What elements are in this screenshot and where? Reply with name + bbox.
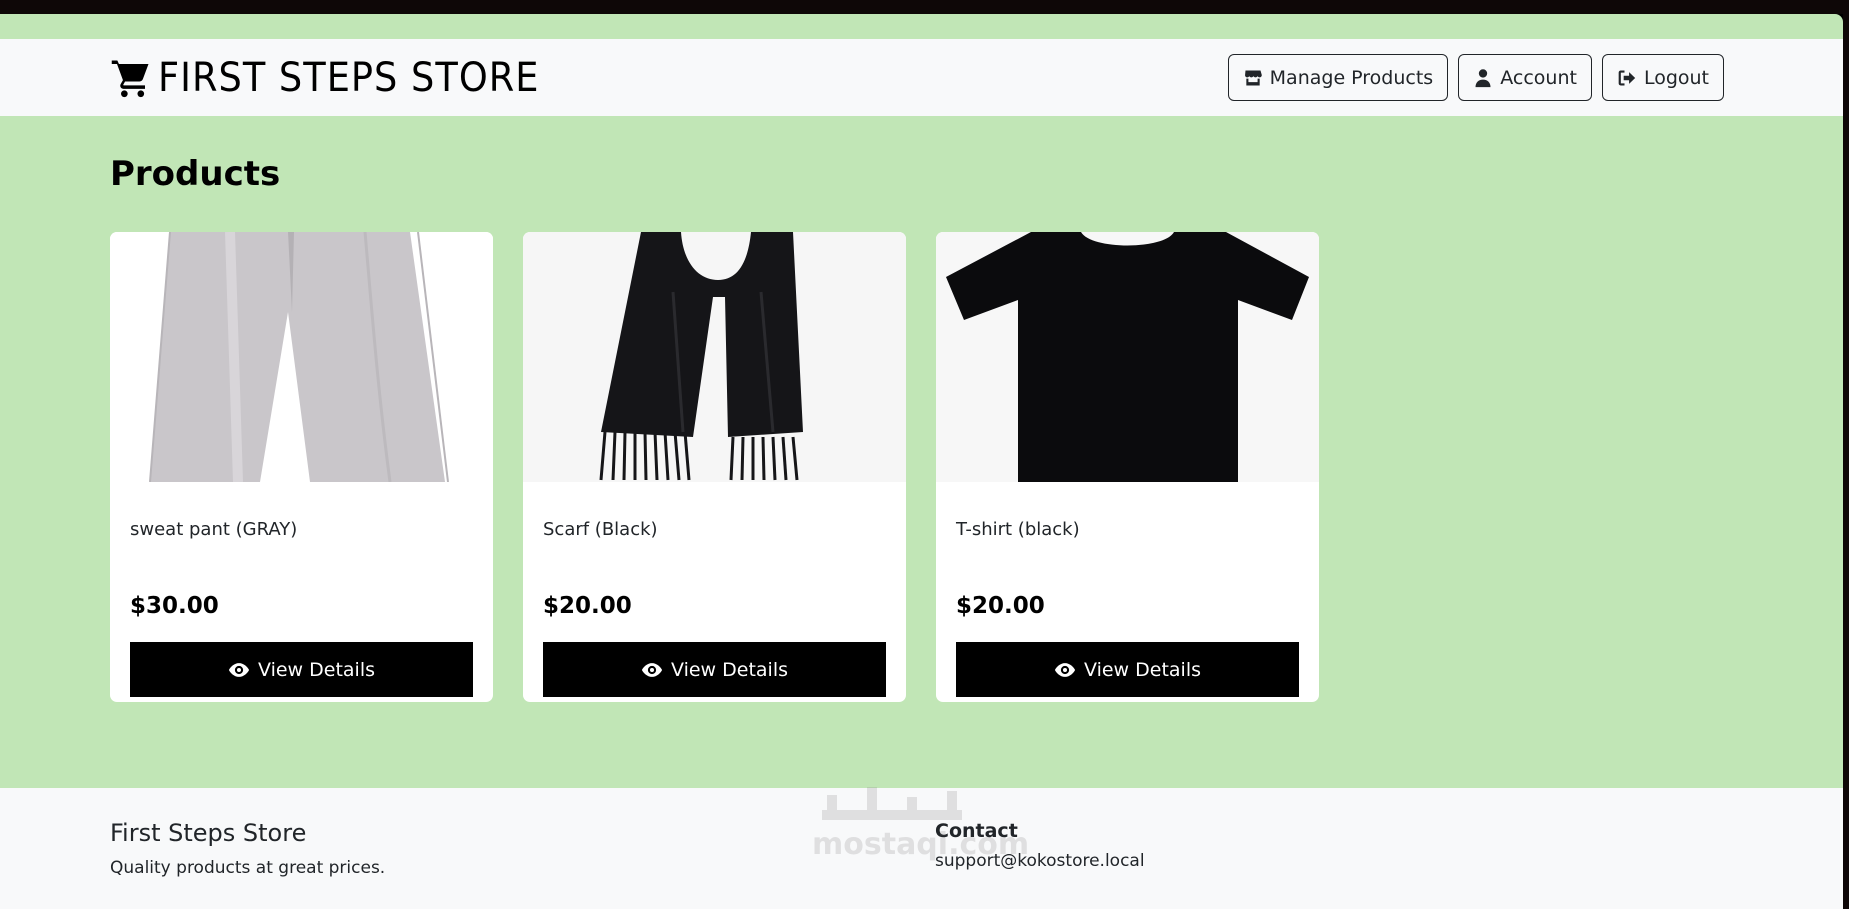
eye-icon <box>228 662 250 677</box>
footer-contact-email: support@kokostore.local <box>935 851 1145 871</box>
cart-icon <box>111 60 149 98</box>
navbar: FIRST STEPS STORE Manage Products Accoun… <box>0 39 1843 116</box>
page-viewport: FIRST STEPS STORE Manage Products Accoun… <box>0 14 1843 909</box>
store-icon <box>1244 70 1262 85</box>
view-details-button[interactable]: View Details <box>543 642 886 697</box>
user-icon <box>1475 68 1491 87</box>
product-price: $30.00 <box>130 593 219 619</box>
eye-icon <box>641 662 663 677</box>
product-grid: sweat pant (GRAY) $30.00 View Details Sc… <box>110 232 1319 702</box>
view-details-label: View Details <box>1084 658 1201 681</box>
view-details-button[interactable]: View Details <box>130 642 473 697</box>
product-card: T-shirt (black) $20.00 View Details <box>936 232 1319 702</box>
browser-top-bar <box>0 0 1849 14</box>
account-button[interactable]: Account <box>1458 54 1592 101</box>
manage-products-label: Manage Products <box>1269 66 1434 89</box>
footer-contact-heading: Contact <box>935 820 1018 842</box>
product-card: sweat pant (GRAY) $30.00 View Details <box>110 232 493 702</box>
account-label: Account <box>1500 66 1577 89</box>
eye-icon <box>1054 662 1076 677</box>
footer-tagline: Quality products at great prices. <box>110 858 386 878</box>
manage-products-button[interactable]: Manage Products <box>1227 54 1449 101</box>
view-details-button[interactable]: View Details <box>956 642 1299 697</box>
footer: First Steps Store Quality products at gr… <box>0 788 1843 909</box>
logout-button[interactable]: Logout <box>1601 54 1724 101</box>
logout-label: Logout <box>1643 66 1709 89</box>
footer-store-name: First Steps Store <box>110 819 307 847</box>
product-price: $20.00 <box>956 593 1045 619</box>
view-details-label: View Details <box>671 658 788 681</box>
brand-title: FIRST STEPS STORE <box>158 55 540 101</box>
view-details-label: View Details <box>258 658 375 681</box>
product-card: Scarf (Black) $20.00 View Details <box>523 232 906 702</box>
product-image-scarf[interactable] <box>523 232 906 482</box>
brand-link[interactable]: FIRST STEPS STORE <box>110 52 538 104</box>
product-name: T-shirt (black) <box>956 519 1080 540</box>
product-name: sweat pant (GRAY) <box>130 519 298 540</box>
nav-buttons: Manage Products Account Logout <box>1227 54 1724 101</box>
page-title: Products <box>110 154 281 194</box>
product-image-tshirt[interactable] <box>936 232 1319 482</box>
logout-icon <box>1618 70 1636 85</box>
product-image-sweat-pant[interactable] <box>110 232 493 482</box>
product-name: Scarf (Black) <box>543 519 658 540</box>
product-price: $20.00 <box>543 593 632 619</box>
window-edge <box>1843 14 1849 909</box>
